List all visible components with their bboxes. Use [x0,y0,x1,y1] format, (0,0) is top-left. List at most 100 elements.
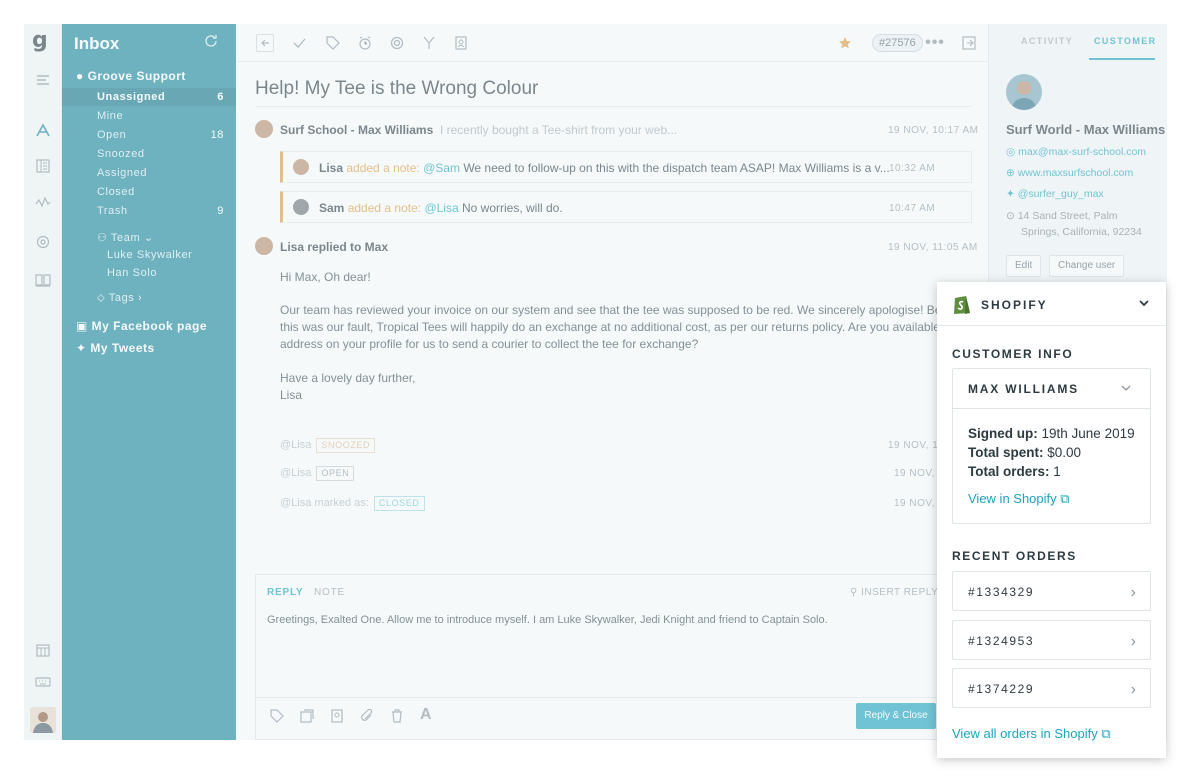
reply-and-close-button[interactable]: Reply & Close [856,703,936,729]
order-row[interactable]: #1324953 › [952,620,1151,660]
back-icon[interactable] [256,34,274,52]
folder-open[interactable]: Open 18 [62,126,236,144]
tags-toggle[interactable]: ⬦ Tags › [62,289,236,307]
note-mention[interactable]: @Sam [423,161,460,175]
lisa-avatar [255,237,273,255]
mailbox-groove-support[interactable]: ● Groove Support [76,68,186,84]
ticket-number: #27576 [872,34,923,52]
history-event: @Lisa marked as: CLOSED [280,496,425,511]
insert-reply-label: INSERT REPLY [861,587,939,598]
signed-up-row: Signed up: 19th June 2019 [968,426,1135,441]
assign-icon[interactable] [452,34,470,52]
member-label: Luke Skywalker [107,249,193,261]
twitter-channel[interactable]: ✦ My Tweets [76,340,155,356]
team-member[interactable]: Luke Skywalker [62,246,236,264]
shopify-title: SHOPIFY [981,298,1048,312]
edit-button[interactable]: Edit [1006,255,1042,277]
more-icon[interactable]: ••• [925,34,944,52]
message-time: 19 NOV, 10:17 AM [888,125,979,136]
history-time: 19 NOV, [894,468,935,479]
lisa-avatar [293,159,309,175]
tab-activity[interactable]: ACTIVITY [1021,36,1073,46]
reports-icon[interactable] [33,192,53,212]
view-all-orders-link[interactable]: View all orders in Shopify ⧉ [952,726,1111,742]
customer-website[interactable]: ⊕ www.maxsurfschool.com [1006,167,1133,179]
tags-label: Tags [108,292,135,304]
merge-icon[interactable] [420,34,438,52]
change-user-button[interactable]: Change user [1049,255,1125,277]
collapse-panel-icon[interactable] [960,34,978,52]
status-badge: CLOSED [373,496,425,511]
first-message-header[interactable]: Surf School - Max Williams I recently bo… [280,123,677,137]
internal-note[interactable]: Sam added a note: @Lisa No worries, will… [280,191,972,223]
tag-icon[interactable] [270,709,284,723]
note-body: We need to follow-up on this with the di… [463,161,890,175]
member-label: Han Solo [107,267,158,279]
trash-icon[interactable] [390,709,404,723]
folder-closed[interactable]: Closed [62,183,236,201]
folder-trash[interactable]: Trash 9 [62,202,236,220]
chevron-right-icon: › [1130,584,1136,601]
folder-label: Snoozed [97,148,145,160]
customer-avatar [255,120,273,138]
snooze-icon[interactable] [356,34,374,52]
customer-address: Springs, California, 92234 [1021,226,1142,238]
mailbox-label: Groove Support [87,69,186,83]
history-event: @Lisa SNOOZED [280,438,376,453]
book-icon[interactable] [33,270,53,290]
insert-reply-button[interactable]: ⚲ INSERT REPLY [850,587,938,598]
settings-icon[interactable] [33,232,53,252]
tab-note[interactable]: NOTE [314,587,345,598]
check-icon[interactable] [290,34,308,52]
team-toggle[interactable]: ⚇ Team ⌄ [62,229,236,247]
email-text: max@max-surf-school.com [1018,146,1147,158]
history-actor: @Lisa [280,467,312,479]
shopify-header[interactable]: SHOPIFY [937,282,1166,326]
customer-info-name: MAX WILLIAMS [968,382,1079,396]
user-avatar[interactable] [30,707,56,733]
menu-icon[interactable] [33,70,53,90]
calendar-icon[interactable] [33,640,53,660]
tab-reply[interactable]: REPLY [267,587,303,598]
tag-icon[interactable] [324,34,342,52]
tab-customer[interactable]: CUSTOMER [1094,36,1157,46]
team-member[interactable]: Han Solo [62,264,236,282]
icon-rail: g [24,24,62,740]
order-row[interactable]: #1374229 › [952,668,1151,708]
customer-twitter[interactable]: ✦ @surfer_guy_max [1006,188,1104,200]
priority-icon[interactable] [388,34,406,52]
keyboard-icon[interactable] [33,672,53,692]
groove-logo[interactable]: g [32,28,48,53]
customer-email[interactable]: ◎ max@max-surf-school.com [1006,146,1146,158]
facebook-channel[interactable]: ▣ My Facebook page [76,318,207,334]
customer-accordion[interactable]: MAX WILLIAMS [953,369,1150,409]
inbox-icon[interactable] [33,120,53,140]
folder-mine[interactable]: Mine [62,107,236,125]
refresh-icon[interactable] [204,34,218,48]
note-mention[interactable]: @Lisa [424,201,458,215]
note-action: added a note: [346,161,420,175]
chevron-down-icon[interactable] [1138,297,1150,309]
format-text-icon[interactable]: A [420,706,432,724]
template-icon[interactable] [300,709,314,723]
folder-assigned[interactable]: Assigned [62,164,236,182]
knowledge-base-icon[interactable] [33,156,53,176]
team-label: Team [110,232,141,244]
folder-label: Open [97,129,127,141]
conversation-toolbar: #27576 ••• [236,24,988,62]
history-actor: @Lisa [280,439,312,451]
attachment-icon[interactable] [360,709,374,723]
internal-note[interactable]: Lisa added a note: @Sam We need to follo… [280,151,972,183]
reply-text-input[interactable]: Greetings, Exalted One. Allow me to intr… [267,614,828,626]
star-icon[interactable] [836,34,854,52]
message-preview: I recently bought a Tee-shirt from your … [439,123,678,137]
twitter-icon: ✦ [76,341,91,355]
folder-snoozed[interactable]: Snoozed [62,145,236,163]
view-in-shopify-link[interactable]: View in Shopify ⧉ [968,491,1070,507]
folder-count: 6 [217,91,224,103]
customer-info-heading: CUSTOMER INFO [952,347,1074,361]
folder-unassigned[interactable]: Unassigned 6 [62,88,236,106]
assign-icon[interactable] [330,709,344,723]
order-row[interactable]: #1334329 › [952,571,1151,611]
shopify-logo-icon [952,293,972,315]
